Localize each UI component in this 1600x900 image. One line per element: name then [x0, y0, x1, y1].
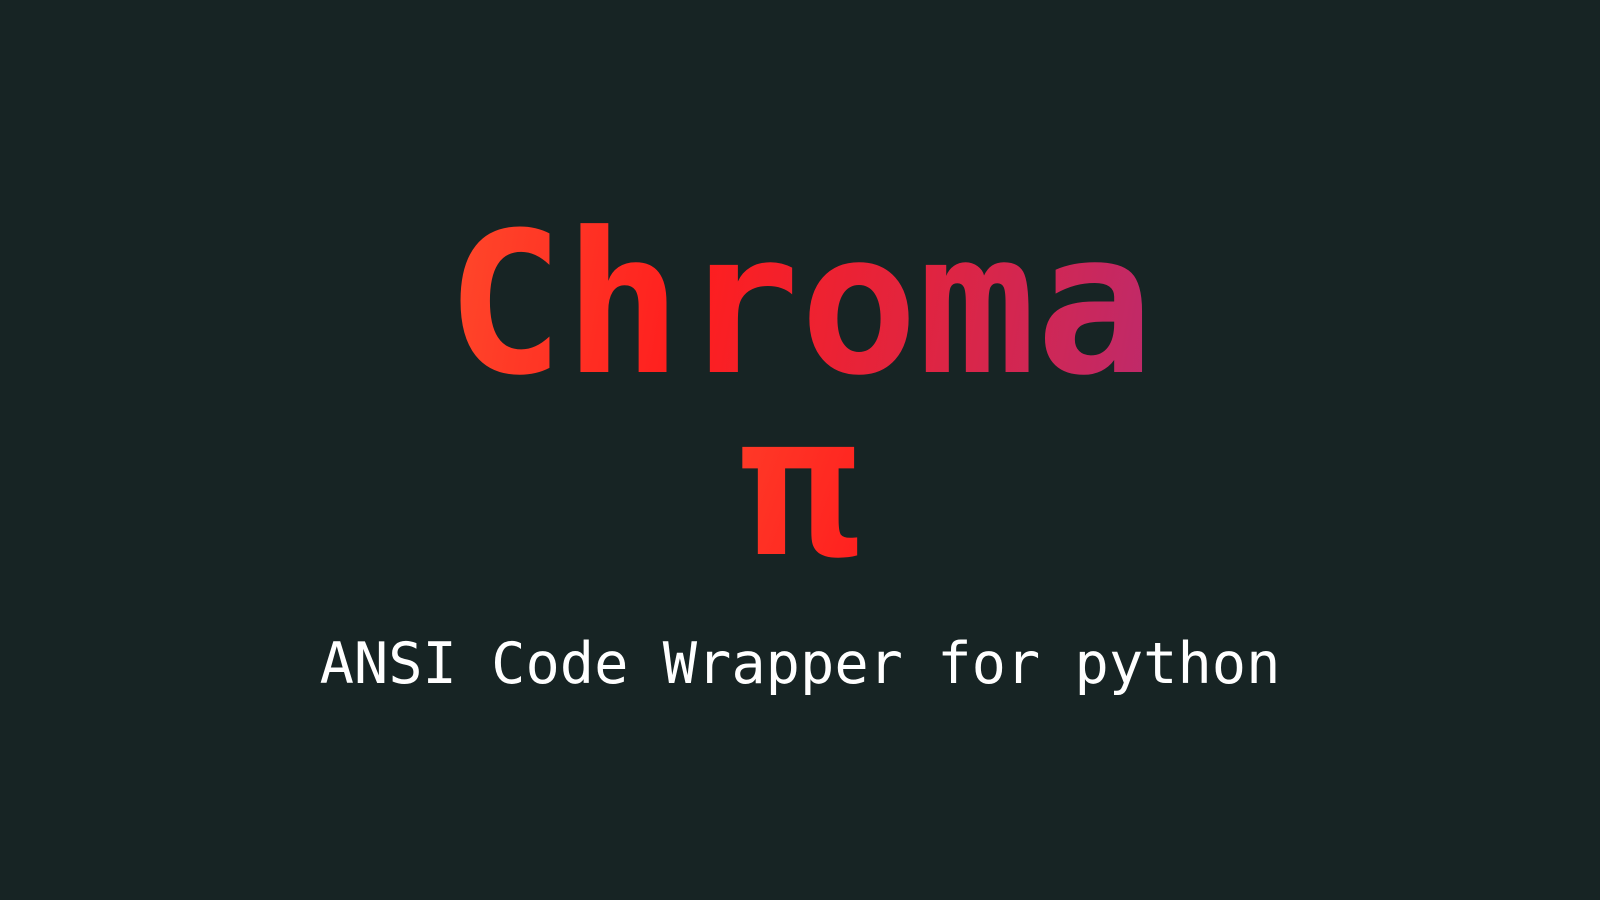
pi-symbol-text: π: [740, 373, 859, 601]
subtitle: ANSI Code Wrapper for python: [319, 631, 1281, 697]
logo-pi-symbol: π: [0, 372, 1600, 602]
